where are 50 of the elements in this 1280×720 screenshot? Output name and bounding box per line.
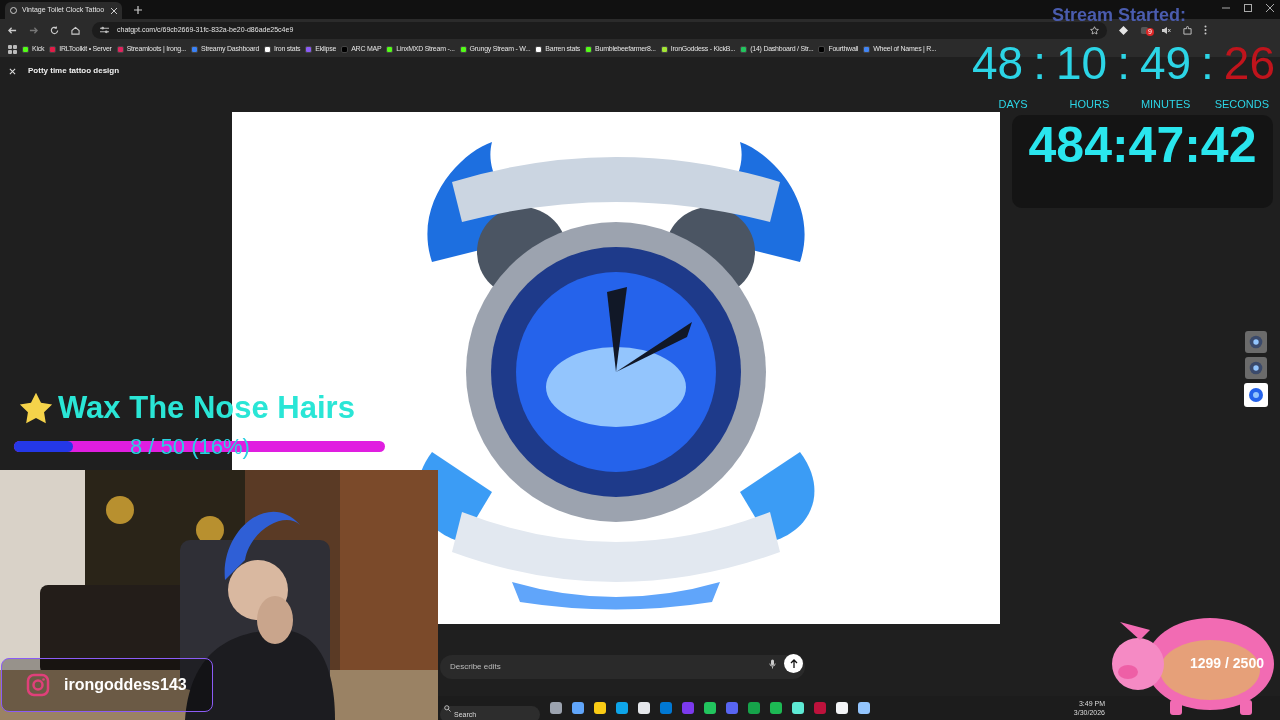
close-icon[interactable] xyxy=(111,7,117,14)
globe-icon xyxy=(10,7,17,14)
microphone-icon[interactable] xyxy=(769,658,776,669)
uptime-timer: 484:47:42 xyxy=(1028,116,1257,175)
time-unit-label: HOURS xyxy=(1068,97,1111,112)
time-unit-label: MINUTES xyxy=(1139,97,1192,112)
new-tab-icon[interactable] xyxy=(134,6,142,14)
app-icon[interactable] xyxy=(858,702,870,714)
app-icon[interactable] xyxy=(704,702,716,714)
close-icon[interactable] xyxy=(1266,4,1274,12)
time-unit-label: DAYS xyxy=(997,97,1029,112)
social-handle: irongoddess143 xyxy=(64,675,187,695)
countdown-text: 48 xyxy=(972,38,1024,88)
app-icon[interactable] xyxy=(594,702,606,714)
home-icon[interactable] xyxy=(71,25,80,35)
search-icon xyxy=(444,704,451,712)
star-icon xyxy=(18,391,54,425)
apps-grid-icon[interactable] xyxy=(8,44,17,54)
countdown-text: : xyxy=(1201,38,1214,88)
coin-counter: 1299 / 2500 xyxy=(1190,654,1264,673)
extension-icon[interactable] xyxy=(1119,25,1128,35)
countdown-text: 26 xyxy=(1223,38,1276,88)
time-unit-label: SECONDS xyxy=(1213,97,1271,112)
instagram-icon xyxy=(26,673,50,697)
muted-speaker-icon[interactable] xyxy=(1161,25,1171,35)
page-title: Potty time tattoo design xyxy=(28,65,120,77)
app-icon[interactable] xyxy=(770,702,782,714)
countdown-text: : xyxy=(1117,38,1130,88)
maximize-icon[interactable] xyxy=(1244,4,1252,12)
app-icon[interactable] xyxy=(836,702,848,714)
site-settings-icon xyxy=(100,26,109,34)
arrow-up-icon xyxy=(789,659,798,668)
reload-icon[interactable] xyxy=(50,25,59,35)
app-icon[interactable] xyxy=(792,702,804,714)
image-thumbnail[interactable] xyxy=(1245,331,1267,353)
countdown-text: : xyxy=(1033,38,1046,88)
countdown-text: 49 xyxy=(1139,38,1192,88)
prompt-field[interactable]: Describe edits xyxy=(440,654,805,679)
app-icon[interactable] xyxy=(638,702,650,714)
image-thumbnail[interactable] xyxy=(1245,357,1267,379)
app-icon[interactable] xyxy=(550,702,562,714)
menu-icon[interactable] xyxy=(1204,25,1207,35)
app-icon[interactable] xyxy=(616,702,628,714)
minimize-icon[interactable] xyxy=(1222,4,1230,12)
forward-icon[interactable] xyxy=(29,25,38,35)
countdown-text: 10 xyxy=(1055,38,1108,88)
app-icon[interactable] xyxy=(572,702,584,714)
back-icon[interactable] xyxy=(8,25,17,35)
image-thumbnail[interactable] xyxy=(1244,383,1268,407)
star-icon[interactable] xyxy=(1090,25,1099,35)
